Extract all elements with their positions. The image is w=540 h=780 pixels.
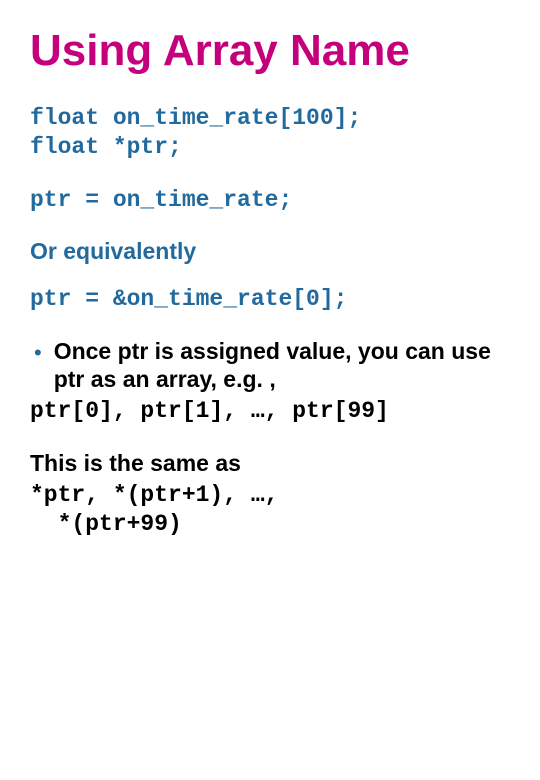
or-equivalently-label: Or equivalently	[30, 238, 510, 265]
code-assign-1: ptr = on_time_rate;	[30, 186, 510, 215]
bullet-item: • Once ptr is assigned value, you can us…	[30, 338, 510, 393]
code-array-index: ptr[0], ptr[1], …, ptr[99]	[30, 397, 510, 426]
bullet-dot-icon: •	[30, 339, 54, 367]
same-as-label: This is the same as	[30, 450, 510, 477]
code-declarations: float on_time_rate[100]; float *ptr;	[30, 104, 510, 162]
slide-title: Using Array Name	[30, 28, 510, 74]
code-assign-2: ptr = &on_time_rate[0];	[30, 285, 510, 314]
bullet-text: Once ptr is assigned value, you can use …	[54, 338, 510, 393]
slide: Using Array Name float on_time_rate[100]…	[0, 0, 540, 559]
code-dereference: *ptr, *(ptr+1), …, *(ptr+99)	[30, 481, 510, 539]
